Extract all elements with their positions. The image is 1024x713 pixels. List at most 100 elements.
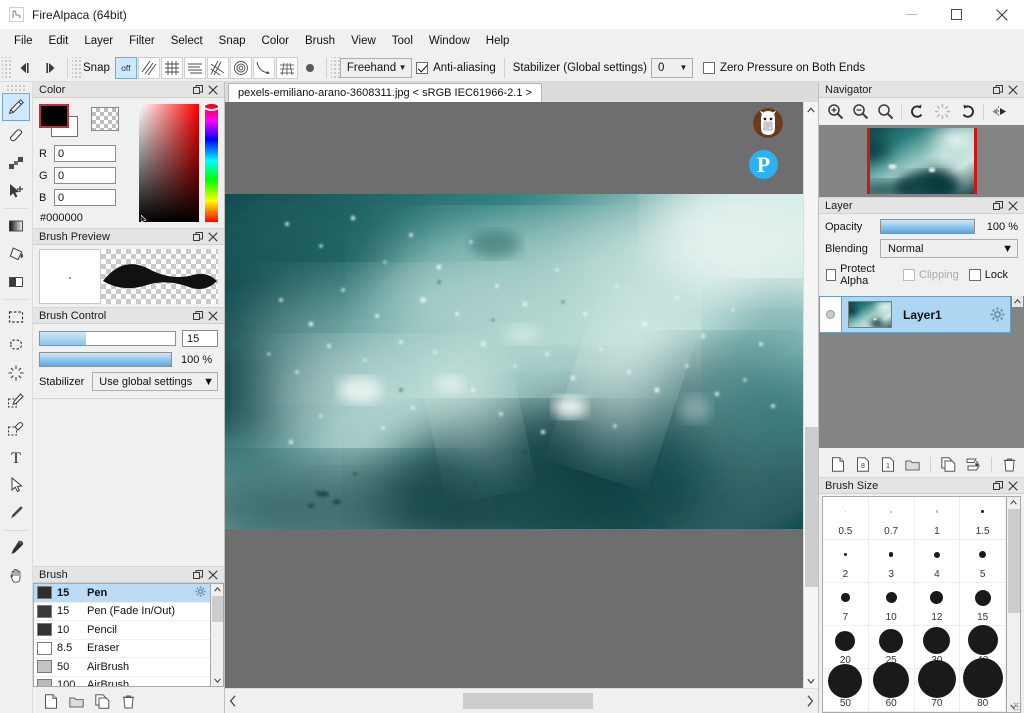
float-icon[interactable]	[191, 83, 205, 97]
menu-snap[interactable]: Snap	[211, 32, 254, 52]
duplicate-brush-icon[interactable]	[94, 693, 111, 710]
scrollbar-thumb[interactable]	[463, 693, 593, 709]
scroll-up-icon[interactable]	[211, 584, 223, 595]
pen-tool[interactable]	[2, 93, 30, 121]
brush-size-cell[interactable]: 1.5	[960, 497, 1006, 540]
rotate-left-icon[interactable]	[905, 100, 930, 124]
artwork-image[interactable]	[225, 194, 803, 529]
layer-list-scrollbar[interactable]	[1011, 296, 1024, 448]
close-icon[interactable]	[1006, 479, 1020, 493]
layer-name[interactable]: Layer1	[892, 308, 984, 322]
fill-tool[interactable]	[2, 268, 30, 296]
brush-size-cell[interactable]: 0.7	[868, 497, 915, 540]
close-icon[interactable]	[1006, 83, 1020, 97]
zoom-in-icon[interactable]	[823, 100, 848, 124]
float-icon[interactable]	[191, 230, 205, 244]
brush-size-cell[interactable]: 5	[960, 540, 1006, 583]
resize-grip[interactable]	[1013, 702, 1022, 711]
menu-help[interactable]: Help	[478, 32, 518, 52]
hex-value[interactable]: #000000	[39, 212, 133, 224]
previous-frame-button[interactable]	[11, 57, 37, 79]
document-tab[interactable]: pexels-emiliano-arano-3608311.jpg < sRGB…	[228, 83, 542, 102]
drawing-mode-select[interactable]: Freehand ▼	[339, 57, 413, 78]
brush-size-grid[interactable]: 0.50.711.5234571012152025304050607080	[822, 496, 1007, 713]
scroll-up-icon[interactable]	[1012, 296, 1023, 307]
scroll-right-icon[interactable]	[802, 690, 818, 712]
layer-item[interactable]: Layer1	[819, 296, 1011, 333]
hand-tool[interactable]	[2, 562, 30, 590]
brush-list-item[interactable]: 50 AirBrush	[34, 658, 210, 677]
float-icon[interactable]	[991, 479, 1005, 493]
flip-horizontal-icon[interactable]	[987, 100, 1012, 124]
brush-size-slider[interactable]	[39, 331, 176, 346]
snap-off-button[interactable]: off	[114, 56, 137, 79]
new-folder-icon[interactable]	[68, 693, 85, 710]
scroll-left-icon[interactable]	[225, 690, 241, 712]
scroll-up-icon[interactable]	[804, 102, 819, 117]
brush-size-cell[interactable]: 0.5	[823, 497, 869, 540]
menu-color[interactable]: Color	[254, 32, 297, 52]
move-tool[interactable]	[2, 177, 30, 205]
gradient-tool[interactable]	[2, 212, 30, 240]
hue-slider[interactable]	[203, 102, 221, 222]
lasso-select-tool[interactable]	[2, 331, 30, 359]
rotate-right-icon[interactable]	[955, 100, 980, 124]
duplicate-layer-icon[interactable]	[940, 456, 957, 473]
brush-size-cell[interactable]: 10	[868, 583, 915, 626]
menu-filter[interactable]: Filter	[121, 32, 163, 52]
brush-size-cell[interactable]: 7	[823, 583, 869, 626]
blur-tool[interactable]	[2, 149, 30, 177]
gear-icon[interactable]	[984, 307, 1010, 322]
close-icon[interactable]	[206, 309, 220, 323]
clipping-checkbox[interactable]: Clipping	[903, 269, 959, 281]
tool-strip-grip[interactable]	[6, 84, 26, 91]
canvas-horizontal-scrollbar[interactable]	[225, 688, 818, 713]
text-tool[interactable]: T	[2, 443, 30, 471]
add-1bit-layer-icon[interactable]: 1	[879, 456, 896, 473]
scrollbar-thumb[interactable]	[1007, 509, 1020, 613]
scrollbar-thumb[interactable]	[211, 596, 223, 622]
brush-size-scrollbar[interactable]	[1007, 496, 1021, 713]
close-icon[interactable]	[206, 230, 220, 244]
blending-select[interactable]: Normal ▼	[880, 239, 1018, 258]
antialiasing-checkbox[interactable]: Anti-aliasing	[412, 61, 500, 74]
horizontal-scroll-track[interactable]	[241, 690, 802, 712]
float-icon[interactable]	[991, 199, 1005, 213]
transparent-color-swatch[interactable]	[91, 107, 119, 131]
menu-tool[interactable]: Tool	[384, 32, 421, 52]
layer-visibility-toggle[interactable]	[820, 297, 842, 332]
float-icon[interactable]	[191, 309, 205, 323]
pixabay-badge[interactable]: P	[749, 150, 778, 179]
snap-group-grip[interactable]	[72, 56, 81, 79]
brush-list[interactable]: 15 Pen 15 Pen (Fade In/Out) 10 Pencil 8.…	[33, 583, 211, 687]
menu-select[interactable]: Select	[163, 32, 211, 52]
brush-list-item[interactable]: 15 Pen (Fade In/Out)	[34, 603, 210, 621]
menu-brush[interactable]: Brush	[297, 32, 343, 52]
scroll-down-icon[interactable]	[211, 675, 223, 686]
navigator-preview[interactable]	[819, 125, 1024, 197]
brush-size-cell[interactable]: 3	[868, 540, 915, 583]
brush-list-item[interactable]: 100 AirBrush	[34, 677, 210, 686]
brush-tool[interactable]	[2, 499, 30, 527]
menu-edit[interactable]: Edit	[41, 32, 77, 52]
eraser-tool[interactable]	[2, 121, 30, 149]
brush-list-item[interactable]: 15 Pen	[34, 584, 210, 603]
lock-checkbox[interactable]: Lock	[968, 269, 1008, 281]
snap-concentric-circles-icon[interactable]	[229, 56, 252, 79]
brush-size-cell[interactable]: 15	[960, 583, 1006, 626]
green-input[interactable]	[54, 167, 116, 184]
brush-list-item[interactable]: 8.5 Eraser	[34, 640, 210, 658]
snap-horizontal-lines-icon[interactable]	[183, 56, 206, 79]
brush-size-cell[interactable]: 60	[868, 662, 915, 712]
select-pen-tool[interactable]	[2, 387, 30, 415]
delete-brush-icon[interactable]	[120, 693, 137, 710]
snap-radial-icon[interactable]	[206, 56, 229, 79]
snap-parallel-lines-icon[interactable]	[137, 56, 160, 79]
brush-stabilizer-select[interactable]: Use global settings ▼	[92, 372, 218, 391]
add-8bit-layer-icon[interactable]: 8	[854, 456, 871, 473]
delete-layer-icon[interactable]	[1001, 456, 1018, 473]
layer-list[interactable]: Layer1	[819, 296, 1024, 448]
zoom-reset-icon[interactable]	[873, 100, 898, 124]
maximize-button[interactable]	[934, 0, 979, 29]
canvas-viewport[interactable]: P	[225, 102, 803, 688]
